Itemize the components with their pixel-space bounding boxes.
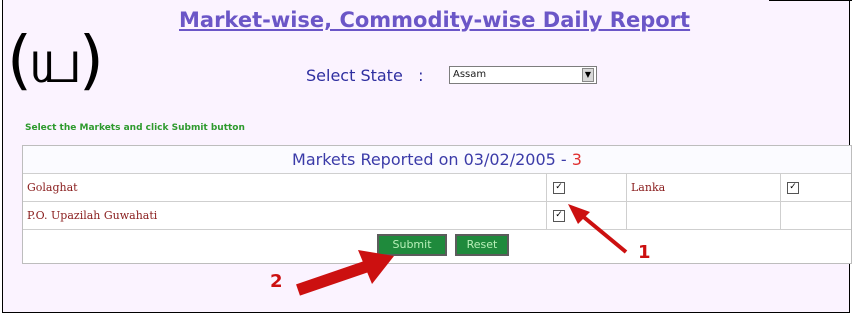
table-row: P.O. Upazilah Guwahati ✓ [23,202,851,230]
reset-button[interactable]: Reset [455,234,509,256]
top-border-fragment [769,0,852,1]
market-name: P.O. Upazilah Guwahati [23,202,547,229]
state-label-separator: : [418,66,424,85]
empty-cell [781,202,851,229]
state-select-value: Assam [453,69,487,80]
table-row: Golaghat ✓ Lanka ✓ [23,174,851,202]
annotation-number-1: 1 [638,242,651,263]
instruction-text: Select the Markets and click Submit butt… [25,123,245,133]
tamil-letter-label: (ய) [7,24,104,98]
empty-cell [627,202,781,229]
market-checkbox[interactable]: ✓ [553,182,565,194]
markets-table: Markets Reported on 03/02/2005 - 3 Golag… [22,145,852,264]
header-prefix: Markets Reported on [292,150,459,169]
state-label: Select State : [306,66,423,85]
page-title[interactable]: Market-wise, Commodity-wise Daily Report [179,8,690,32]
dropdown-arrow-icon[interactable]: ▼ [582,68,594,82]
state-select[interactable]: Assam ▼ [449,66,597,84]
annotation-number-2: 2 [270,271,283,292]
annotation-arrow-2-icon [296,250,394,296]
market-checkbox-cell: ✓ [781,174,851,201]
header-count: 3 [571,150,582,169]
market-checkbox[interactable]: ✓ [787,182,799,194]
market-name: Golaghat [23,174,547,201]
header-date: 03/02/2005 [463,150,556,169]
state-label-text: Select State [306,66,403,85]
market-checkbox-cell: ✓ [547,174,627,201]
button-row: Submit Reset [23,230,851,263]
markets-table-header: Markets Reported on 03/02/2005 - 3 [23,146,851,174]
annotation-arrow-1-icon [568,204,628,254]
header-dash: - [560,150,567,169]
market-name: Lanka [627,174,781,201]
